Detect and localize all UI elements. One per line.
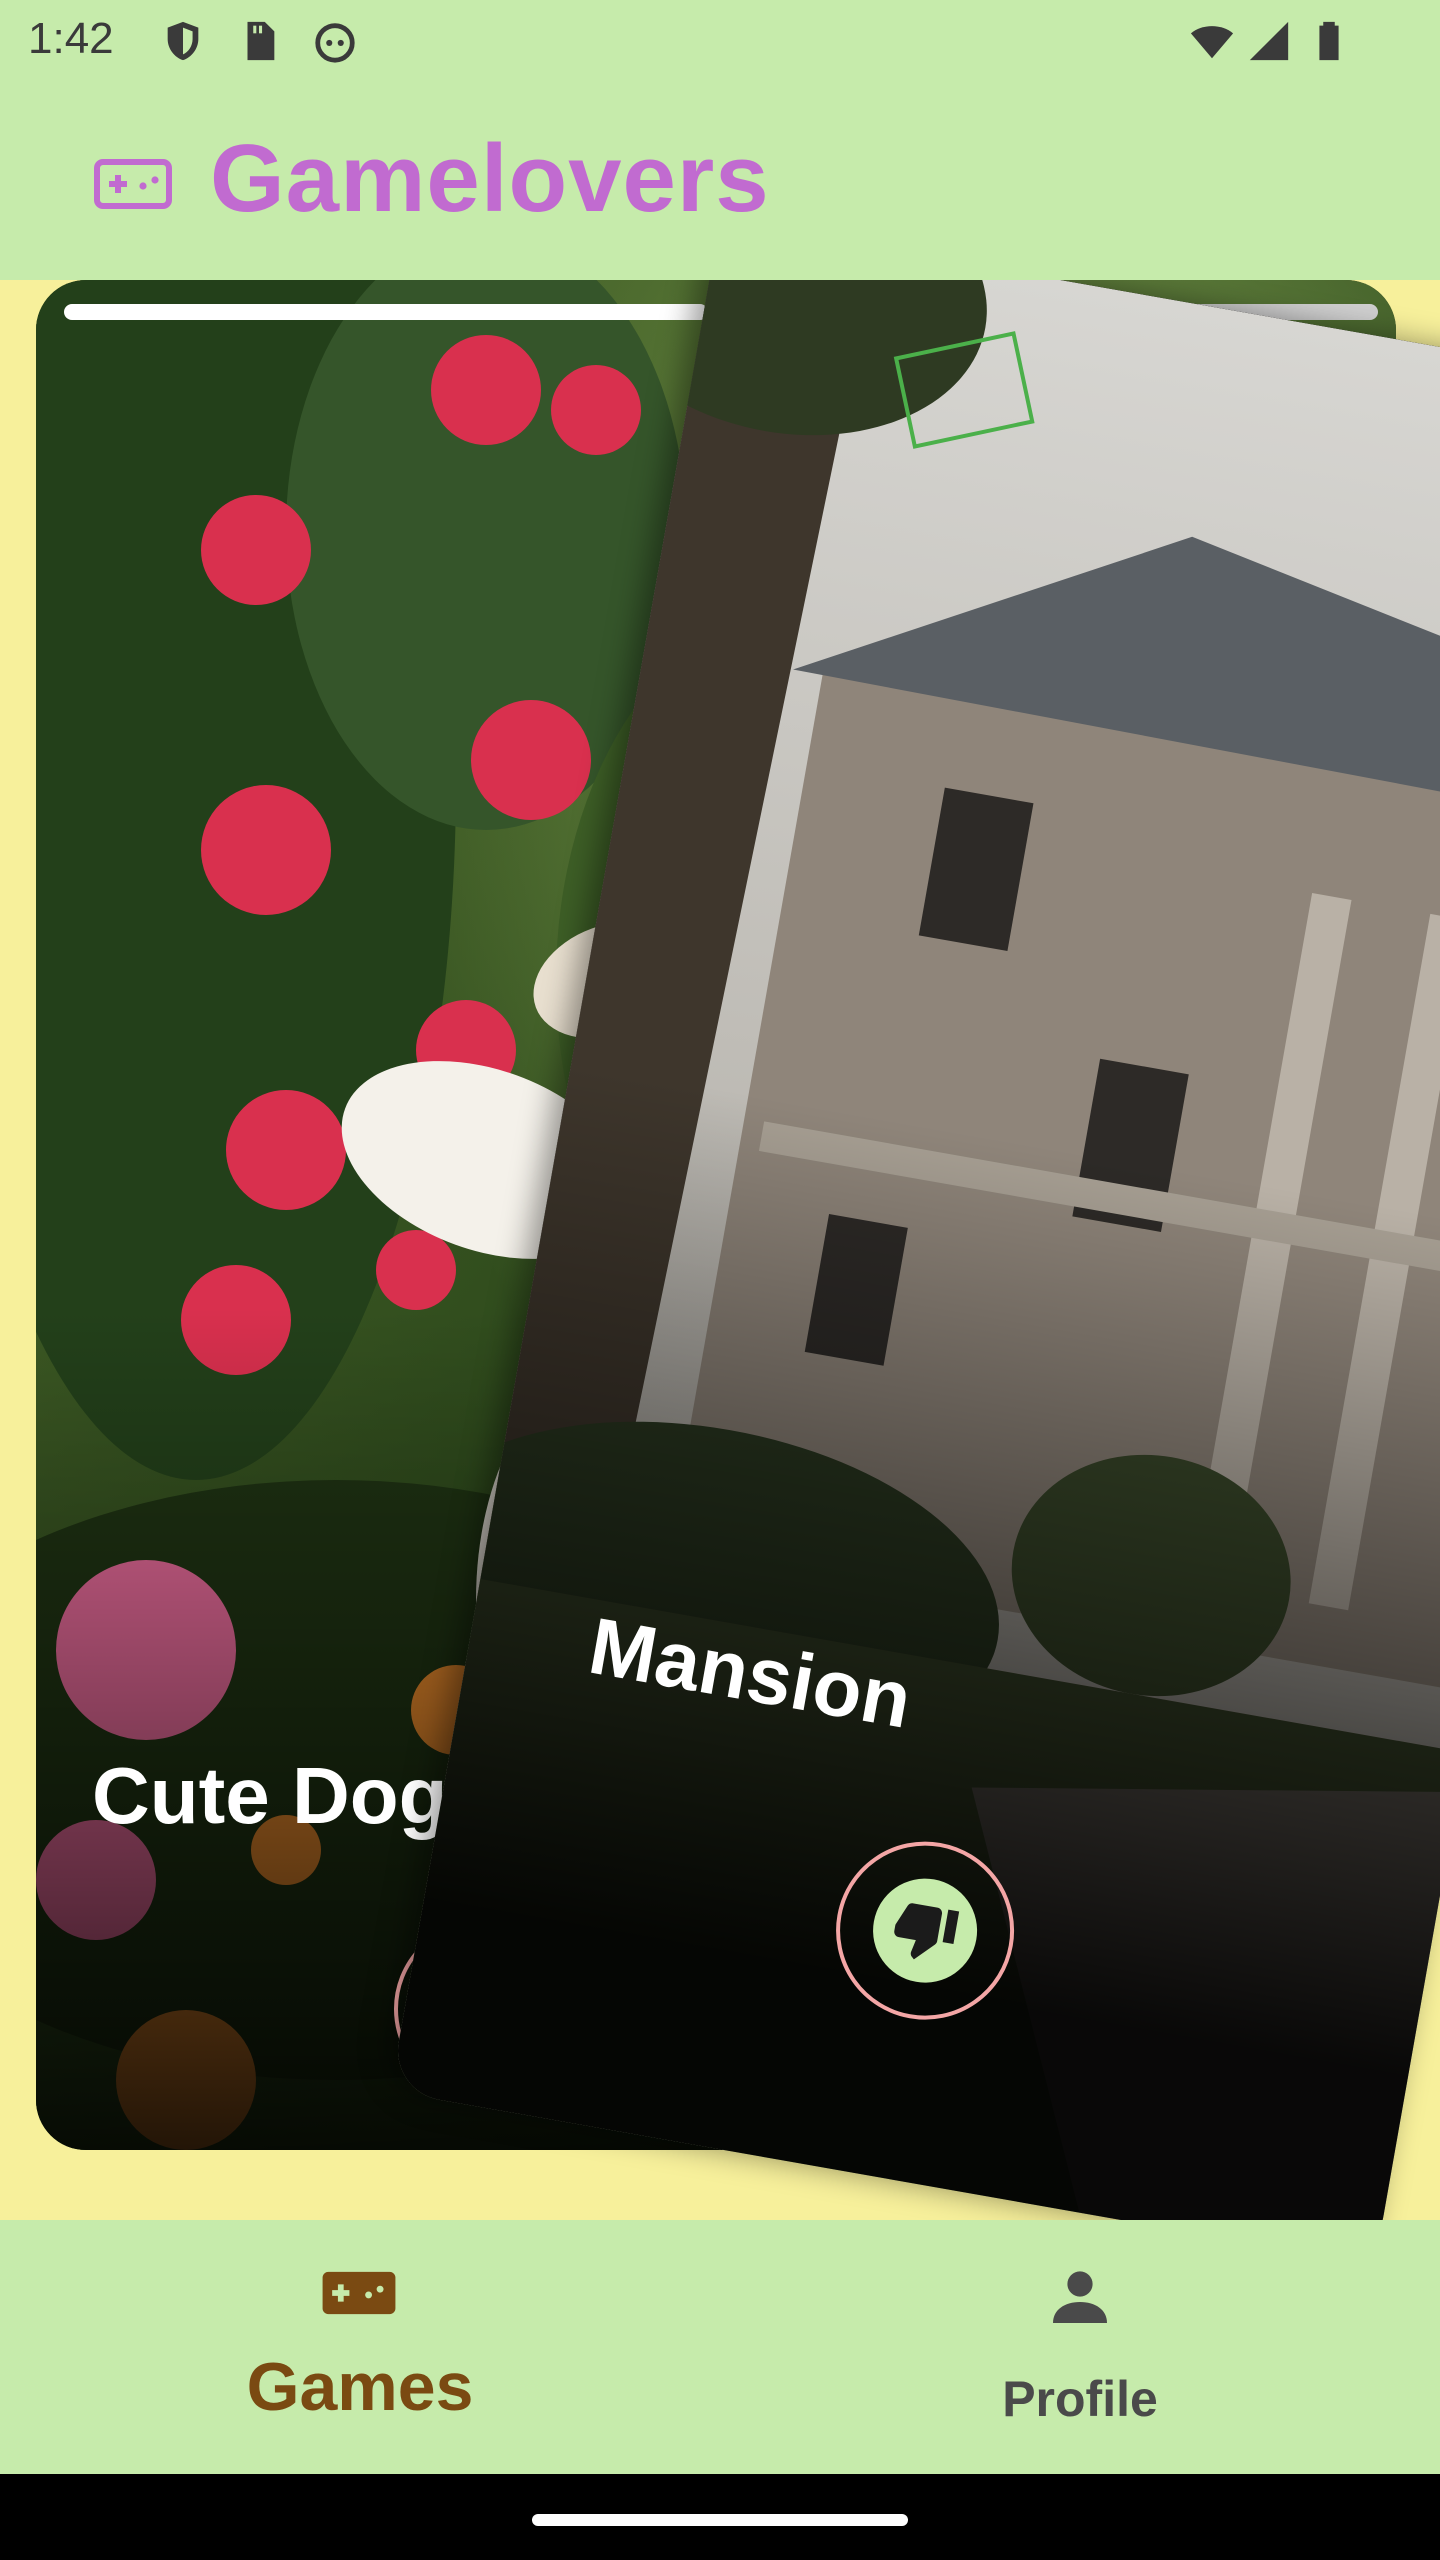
app-bar: Gamelovers bbox=[0, 84, 1440, 280]
nav-label-profile: Profile bbox=[1002, 2371, 1158, 2427]
nav-item-profile[interactable]: Profile bbox=[720, 2220, 1440, 2474]
status-time: 1:42 bbox=[28, 14, 114, 63]
gamepad-icon bbox=[322, 2271, 396, 2315]
thumb-down-icon bbox=[894, 1903, 960, 1960]
nav-item-games[interactable]: Games bbox=[0, 2220, 720, 2474]
nav-label-games: Games bbox=[246, 2349, 474, 2425]
signal-icon bbox=[1249, 21, 1289, 61]
bottom-navigation: Games Profile bbox=[0, 2220, 1440, 2474]
gamepad-icon bbox=[94, 159, 172, 209]
shield-icon bbox=[167, 21, 199, 61]
status-bar: 1:42 bbox=[0, 0, 1440, 84]
card-title: Cute Dog bbox=[92, 1751, 448, 1840]
person-icon bbox=[1053, 2271, 1107, 2323]
card-stack: Cute Dog Mansion bbox=[0, 280, 1440, 2220]
face-icon bbox=[315, 23, 355, 63]
wifi-icon bbox=[1190, 26, 1234, 59]
battery-icon bbox=[1319, 21, 1339, 61]
system-gesture-bar bbox=[0, 2474, 1440, 2560]
progress-segment-1 bbox=[64, 304, 708, 320]
home-handle[interactable] bbox=[532, 2514, 908, 2526]
sd-card-icon bbox=[247, 21, 275, 61]
app-title: Gamelovers bbox=[210, 125, 770, 232]
